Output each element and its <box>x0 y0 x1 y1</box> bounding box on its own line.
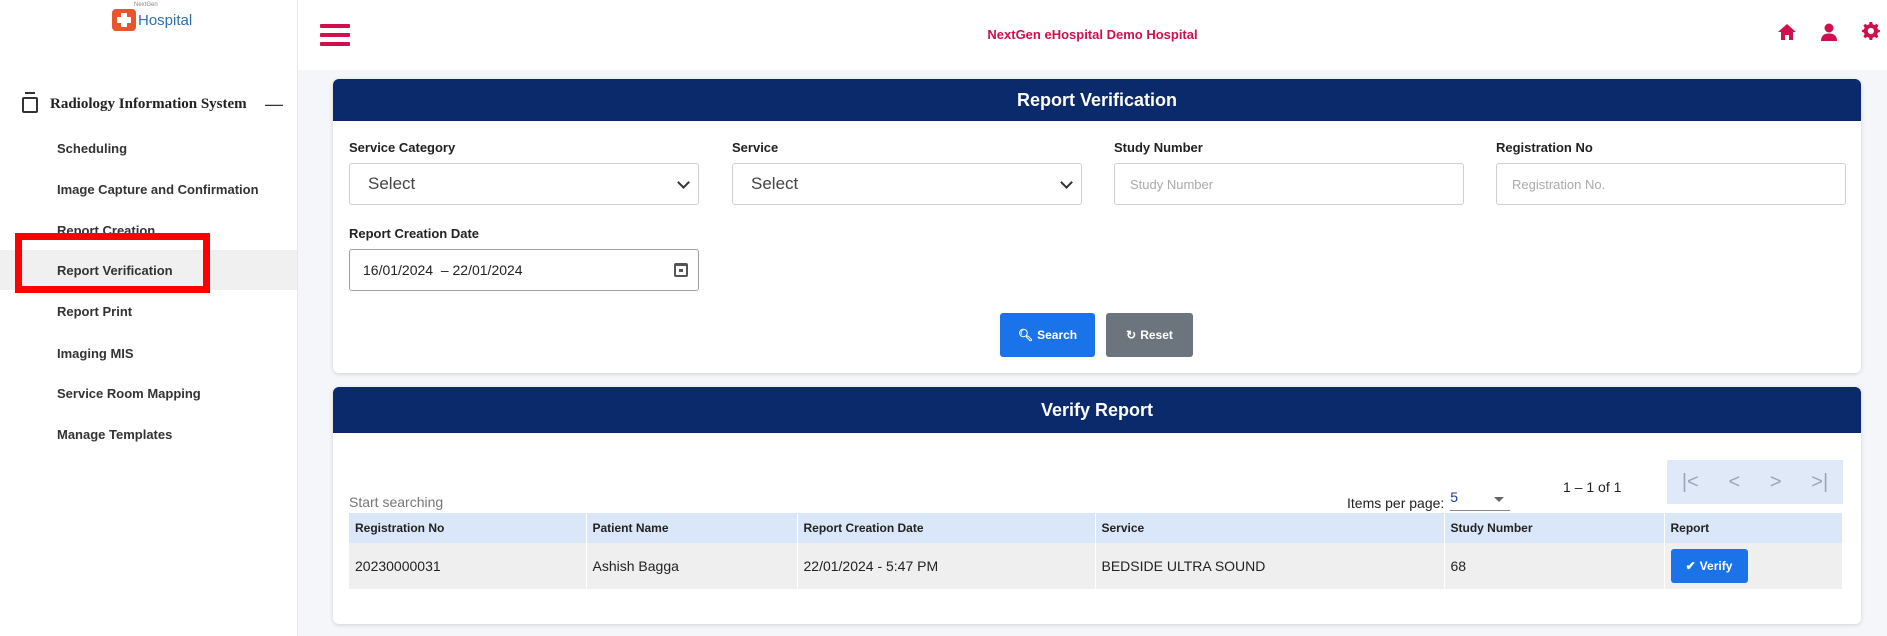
column-header[interactable]: Study Number <box>1444 513 1665 543</box>
calendar-icon[interactable] <box>674 263 688 277</box>
sidebar-item-label: Manage Templates <box>57 426 173 442</box>
table-header-row: Registration No Patient Name Report Crea… <box>349 513 1843 543</box>
verify-button-label: Verify <box>1699 559 1733 573</box>
home-icon[interactable] <box>1777 22 1797 42</box>
service-category-value: Select <box>368 174 416 193</box>
hospital-logo[interactable]: Hospital <box>112 6 192 34</box>
gear-icon[interactable] <box>1861 22 1881 42</box>
cell-study-number: 68 <box>1444 543 1665 589</box>
table-search-placeholder: Start searching <box>349 494 444 510</box>
sidebar-item-label: Imaging MIS <box>57 345 134 361</box>
items-per-page-value: 5 <box>1450 489 1459 505</box>
reset-button[interactable]: ↻ Reset <box>1106 313 1193 357</box>
service-value: Select <box>751 174 799 193</box>
top-bar: NextGen eHospital Demo Hospital <box>298 0 1887 70</box>
module-radiology[interactable]: Radiology Information System — <box>22 91 297 115</box>
hospital-title: NextGen eHospital Demo Hospital <box>987 27 1198 42</box>
reset-button-label: Reset <box>1140 328 1173 342</box>
last-page-icon[interactable]: >| <box>1811 471 1828 494</box>
highlight-annotation <box>15 233 210 293</box>
column-header[interactable]: Report Creation Date <box>797 513 1096 543</box>
column-header[interactable]: Service <box>1095 513 1445 543</box>
verify-button[interactable]: ✔ Verify <box>1670 549 1748 583</box>
date-range-picker[interactable]: 16/01/2024 – 22/01/2024 <box>349 249 699 291</box>
next-page-icon[interactable]: > <box>1770 471 1782 494</box>
registration-no-input[interactable] <box>1496 163 1846 205</box>
sidebar-item-label: Report Print <box>57 303 133 319</box>
card-title: Report Verification <box>333 79 1861 121</box>
sidebar-item-service-room-mapping[interactable]: Service Room Mapping <box>0 373 297 413</box>
table-row: 20230000031 Ashish Bagga 22/01/2024 - 5:… <box>349 543 1843 589</box>
user-icon[interactable] <box>1819 22 1839 42</box>
column-header[interactable]: Registration No <box>349 513 587 543</box>
cell-registration-no: 20230000031 <box>349 543 587 589</box>
previous-page-icon[interactable]: < <box>1728 471 1740 494</box>
card-title: Verify Report <box>333 387 1861 433</box>
verify-report-card: Verify Report Start searching Items per … <box>333 387 1861 624</box>
sidebar-item-manage-templates[interactable]: Manage Templates <box>0 414 297 454</box>
cell-service: BEDSIDE ULTRA SOUND <box>1095 543 1445 589</box>
header-icons <box>1777 22 1881 42</box>
service-label: Service <box>732 140 779 155</box>
cell-patient-name: Ashish Bagga <box>586 543 798 589</box>
search-button-label: Search <box>1037 328 1078 342</box>
study-number-label: Study Number <box>1114 140 1203 155</box>
registration-no-label: Registration No <box>1496 140 1593 155</box>
first-page-icon[interactable]: |< <box>1682 471 1699 494</box>
study-number-input[interactable] <box>1114 163 1464 205</box>
archive-icon <box>22 91 38 113</box>
check-icon: ✔ <box>1685 559 1696 573</box>
service-category-label: Service Category <box>349 140 456 155</box>
logo-text: Hospital <box>138 11 193 29</box>
sidebar-item-label: Service Room Mapping <box>57 385 201 401</box>
cell-report-creation-date: 22/01/2024 - 5:47 PM <box>797 543 1096 589</box>
items-per-page-select[interactable]: 5 <box>1450 489 1511 511</box>
sidebar-item-label: Image Capture and Confirmation <box>57 181 259 197</box>
sidebar-item-imaging-mis[interactable]: Imaging MIS <box>0 333 297 373</box>
report-creation-date-label: Report Creation Date <box>349 226 480 241</box>
cell-report-action: ✔ Verify <box>1664 543 1843 589</box>
chevron-down-icon <box>677 176 690 189</box>
module-label: Radiology Information System <box>50 96 247 112</box>
sidebar-item-label: Scheduling <box>57 140 128 156</box>
service-category-select[interactable]: Select <box>349 163 699 205</box>
search-icon: 🔍︎ <box>1017 328 1034 342</box>
sidebar-item-report-print[interactable]: Report Print <box>0 291 297 331</box>
sidebar-item-scheduling[interactable]: Scheduling <box>0 128 297 168</box>
refresh-icon: ↻ <box>1126 328 1137 342</box>
pagination-controls: |< < > >| <box>1667 460 1843 504</box>
items-per-page-label: Items per page: <box>1347 495 1445 511</box>
pagination-range: 1 – 1 of 1 <box>1563 479 1622 495</box>
column-header[interactable]: Report <box>1664 513 1843 543</box>
search-button[interactable]: 🔍︎ Search <box>1000 313 1095 357</box>
items-per-page: Items per page: 5 <box>1347 489 1511 511</box>
chevron-down-icon <box>1060 176 1073 189</box>
report-verification-card: Report Verification Service Category Sel… <box>333 79 1861 373</box>
sidebar: Hospital NextGen Radiology Information S… <box>0 0 298 636</box>
column-header[interactable]: Patient Name <box>586 513 798 543</box>
sidebar-item-image-capture[interactable]: Image Capture and Confirmation <box>0 169 297 209</box>
verify-report-table: Registration No Patient Name Report Crea… <box>349 513 1843 589</box>
date-range-value: 16/01/2024 – 22/01/2024 <box>363 262 523 278</box>
logo-brand-small: NextGen <box>134 2 158 8</box>
hospital-cross-icon <box>112 9 136 31</box>
collapse-icon[interactable]: — <box>265 94 283 115</box>
service-select[interactable]: Select <box>732 163 1082 205</box>
dropdown-arrow-icon <box>1494 497 1505 502</box>
